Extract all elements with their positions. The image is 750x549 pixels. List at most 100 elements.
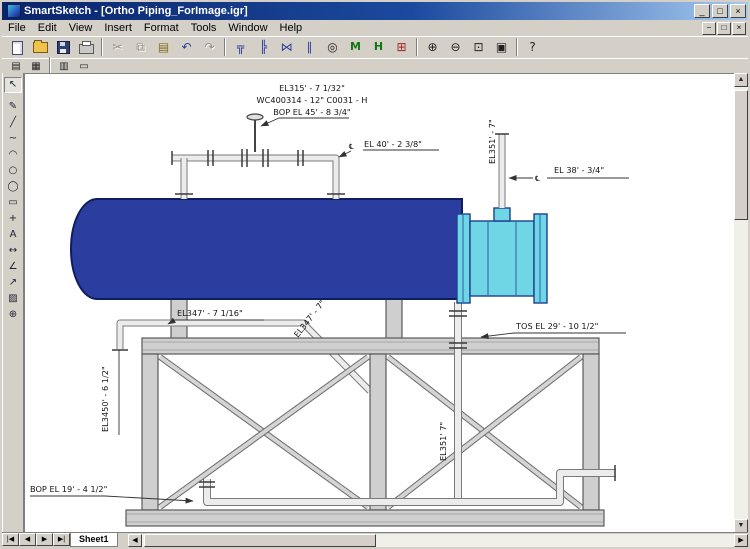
grid-button[interactable]: ⊞ xyxy=(390,37,413,57)
scroll-right-button[interactable]: ▶ xyxy=(734,534,748,547)
label-el3450: EL3450' - 6 1/2" xyxy=(100,366,110,432)
layers-button[interactable]: ▦ xyxy=(26,59,46,73)
menu-edit[interactable]: Edit xyxy=(32,21,63,35)
zoom-fit-button[interactable]: ▣ xyxy=(490,37,513,57)
maximize-button[interactable]: □ xyxy=(712,4,728,18)
last-sheet-button[interactable]: ▶| xyxy=(53,533,70,546)
insert-flange-button[interactable]: ∥ xyxy=(298,37,321,57)
previous-sheet-button[interactable]: ◀ xyxy=(19,533,36,546)
secondary-toolbar: ▤ ▦ ▥ ▭ xyxy=(2,56,748,75)
zoom-out-button[interactable]: ⊖ xyxy=(444,37,467,57)
pipe-drop-el351[interactable] xyxy=(449,302,467,503)
label-el351-riser: EL351' - 7" xyxy=(487,119,497,164)
toolbar-separator xyxy=(516,38,518,56)
rectangle-tool-button[interactable]: ▭ xyxy=(4,195,22,211)
menu-file[interactable]: File xyxy=(2,21,32,35)
menu-insert[interactable]: Insert xyxy=(98,21,138,35)
zoom-tool-button[interactable]: ⊕ xyxy=(4,307,22,323)
toolbar-separator xyxy=(49,56,51,75)
minimize-button[interactable]: _ xyxy=(694,4,710,18)
curve-tool-button[interactable]: ~ xyxy=(4,131,22,147)
new-document-icon xyxy=(12,40,23,55)
first-sheet-button[interactable]: |◀ xyxy=(2,533,19,546)
print-preview-button[interactable]: ▥ xyxy=(54,59,74,73)
open-button[interactable] xyxy=(29,37,52,57)
valve-handwheel xyxy=(246,113,264,121)
next-sheet-button[interactable]: ▶ xyxy=(36,533,53,546)
undo-button[interactable]: ↶ xyxy=(175,37,198,57)
route-pipe-button[interactable]: ╦ xyxy=(229,37,252,57)
label-el40: EL 40' - 2 3/8" xyxy=(364,139,422,149)
scroll-up-button[interactable]: ▲ xyxy=(734,73,748,87)
circle-tool-button[interactable]: ○ xyxy=(4,163,22,179)
redo-button[interactable]: ↷ xyxy=(198,37,221,57)
angle-dimension-tool-button[interactable]: ∠ xyxy=(4,259,22,275)
title-bar[interactable]: SmartSketch - [Ortho Piping_ForImage.igr… xyxy=(2,2,748,20)
mdi-restore-button[interactable]: □ xyxy=(717,21,731,35)
menu-bar: File Edit View Insert Format Tools Windo… xyxy=(2,20,748,37)
open-folder-icon xyxy=(33,40,48,53)
label-el315: EL315' - 7 1/32" xyxy=(279,83,345,93)
menu-format[interactable]: Format xyxy=(138,21,185,35)
vertical-scroll-track[interactable] xyxy=(734,87,748,519)
help-pointer-button[interactable]: ? xyxy=(521,37,544,57)
close-button[interactable]: × xyxy=(730,4,746,18)
sheet-setup-button[interactable]: ▤ xyxy=(6,59,26,73)
mdi-close-button[interactable]: × xyxy=(732,21,746,35)
label-spec: WC400314 - 12" C0031 - H xyxy=(257,95,368,105)
menu-window[interactable]: Window xyxy=(222,21,273,35)
cut-button[interactable]: ✂ xyxy=(106,37,129,57)
vertical-scrollbar[interactable]: ▲ ▼ xyxy=(734,73,748,533)
horizontal-scroll-track[interactable] xyxy=(142,534,734,547)
sketch-tool-button[interactable]: ✎ xyxy=(4,99,22,115)
vessel[interactable] xyxy=(70,198,463,300)
scroll-down-button[interactable]: ▼ xyxy=(734,519,748,533)
label-el347-horizontal: EL347' - 7 1/16" xyxy=(177,308,243,318)
hatch-tool-button[interactable]: ▨ xyxy=(4,291,22,307)
arc-tool-button[interactable]: ◠ xyxy=(4,147,22,163)
tag-h-button[interactable]: H xyxy=(367,37,390,57)
branch-pipe-button[interactable]: ╠ xyxy=(252,37,275,57)
leader-tool-button[interactable]: ↗ xyxy=(4,275,22,291)
drawing-canvas[interactable]: EL315' - 7 1/32" WC400314 - 12" C0031 - … xyxy=(24,73,734,533)
instrument-button[interactable]: ◎ xyxy=(321,37,344,57)
label-tos: TOS EL 29' - 10 1/2" xyxy=(515,321,598,331)
new-button[interactable] xyxy=(6,37,29,57)
line-tool-button[interactable]: ╱ xyxy=(4,115,22,131)
menu-help[interactable]: Help xyxy=(274,21,309,35)
sheet-tab-bar: |◀ ◀ ▶ ▶| Sheet1 ◀ ▶ xyxy=(2,532,748,547)
print-button[interactable] xyxy=(75,37,98,57)
text-tool-button[interactable]: A xyxy=(4,227,22,243)
label-el38: EL 38' - 3/4" xyxy=(554,165,604,175)
main-toolbar: ✂ ⧉ ▤ ↶ ↷ ╦ ╠ ⋈ ∥ ◎ M H ⊞ ⊕ ⊖ ⊡ ▣ ? xyxy=(2,36,748,59)
label-bop19: BOP EL 19' - 4 1/2" xyxy=(30,484,107,494)
tag-m-button[interactable]: M xyxy=(344,37,367,57)
scroll-left-button[interactable]: ◀ xyxy=(128,534,142,547)
save-button[interactable] xyxy=(52,37,75,57)
horizontal-scroll-thumb[interactable] xyxy=(144,534,376,547)
frame-button[interactable]: ▭ xyxy=(74,59,94,73)
select-tool-button[interactable]: ↖ xyxy=(4,77,22,93)
zoom-area-button[interactable]: ⊡ xyxy=(467,37,490,57)
save-floppy-icon xyxy=(57,41,70,54)
smartsketch-window: SmartSketch - [Ortho Piping_ForImage.igr… xyxy=(0,0,750,549)
point-tool-button[interactable]: + xyxy=(4,211,22,227)
tool-palette: ↖ ✎ ╱ ~ ◠ ○ ◯ ▭ + A ↔ ∠ ↗ ▨ ⊕ xyxy=(2,73,24,533)
dimension-tool-button[interactable]: ↔ xyxy=(4,243,22,259)
zoom-in-button[interactable]: ⊕ xyxy=(421,37,444,57)
centerline-symbol: ℄ xyxy=(349,142,354,151)
copy-button[interactable]: ⧉ xyxy=(129,37,152,57)
sheet-tab-sheet1[interactable]: Sheet1 xyxy=(70,533,118,547)
ellipse-tool-button[interactable]: ◯ xyxy=(4,179,22,195)
riser-pipe[interactable] xyxy=(495,133,509,208)
insert-valve-button[interactable]: ⋈ xyxy=(275,37,298,57)
paste-button[interactable]: ▤ xyxy=(152,37,175,57)
menu-view[interactable]: View xyxy=(63,21,99,35)
menu-tools[interactable]: Tools xyxy=(185,21,223,35)
mdi-minimize-button[interactable]: − xyxy=(702,21,716,35)
steel-structure[interactable] xyxy=(125,337,605,527)
outlet-spool[interactable] xyxy=(456,207,548,304)
horizontal-scrollbar[interactable]: ◀ ▶ xyxy=(128,534,748,547)
vertical-scroll-thumb[interactable] xyxy=(734,90,748,220)
top-piping[interactable] xyxy=(171,113,345,199)
